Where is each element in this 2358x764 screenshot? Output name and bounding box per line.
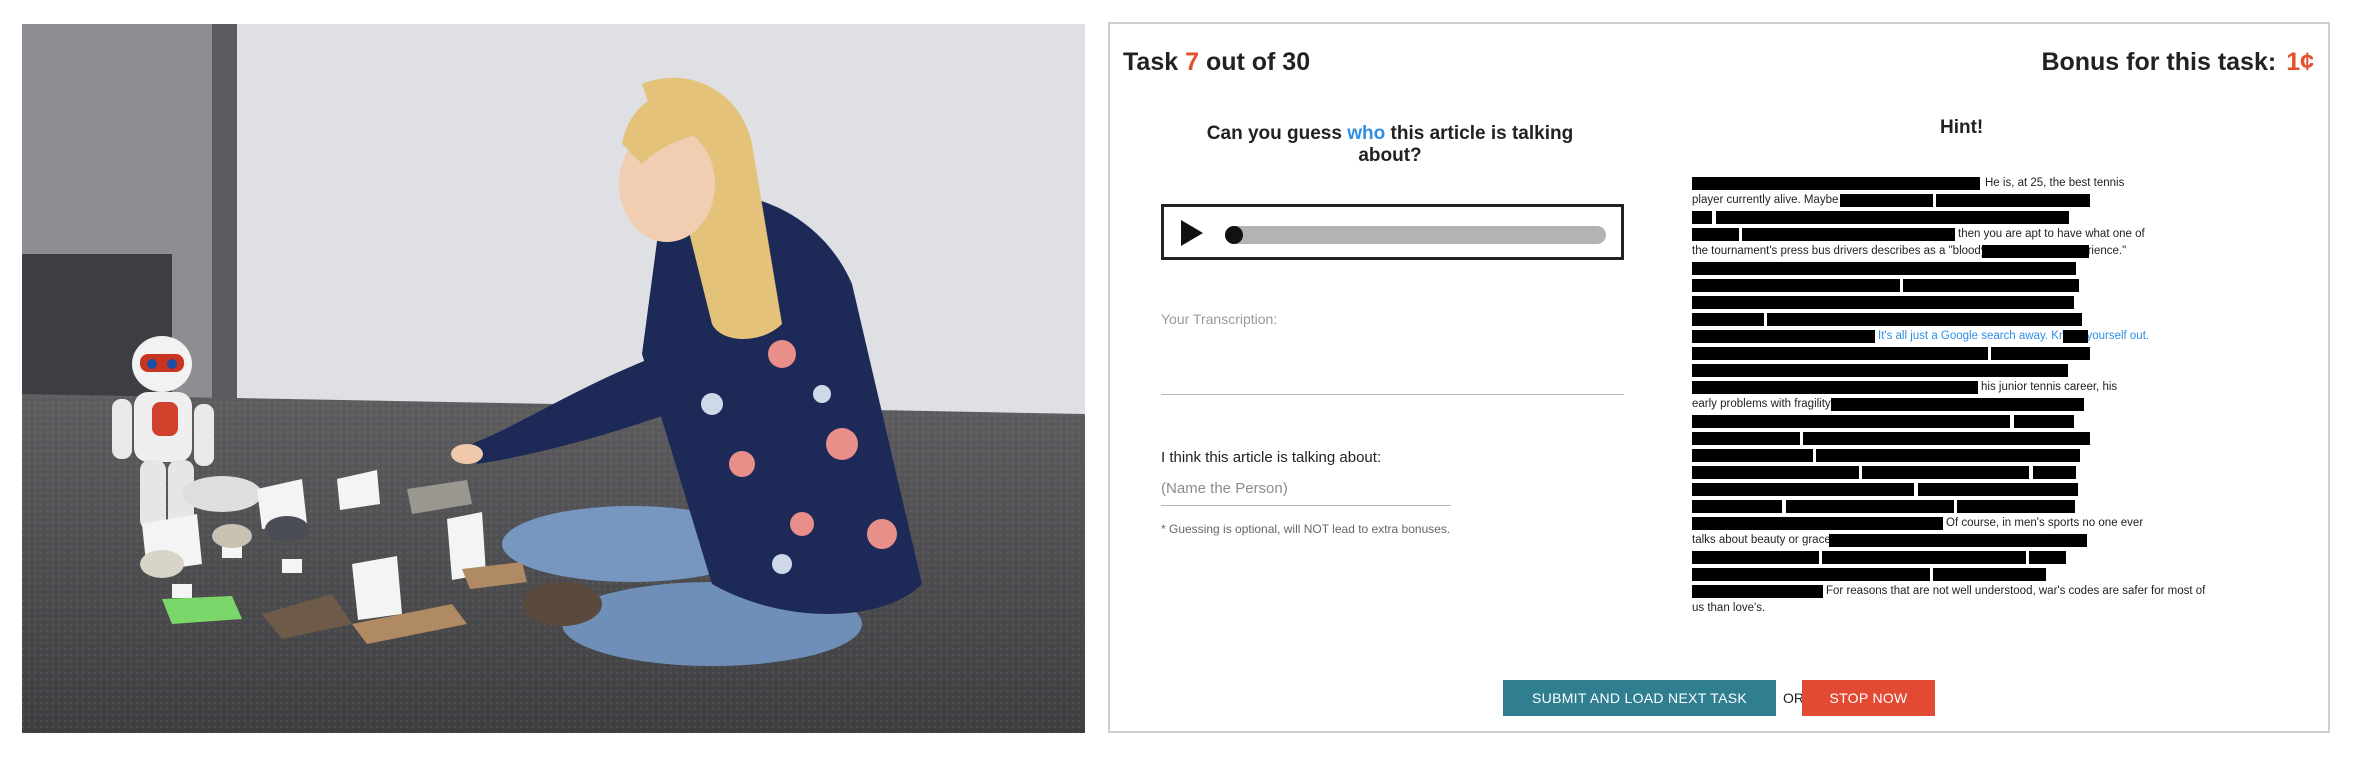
redaction-bar [1692,228,1739,241]
audio-progress-bar[interactable] [1225,226,1606,244]
redaction-bar [1692,313,1764,326]
audio-player [1161,204,1624,260]
hint-fragment: Of course, in men's sports no one ever [1946,517,2144,529]
redaction-bar [1767,313,2082,326]
redaction-bar [1692,483,1914,496]
task-counter: Task 7 out of 30 [1123,48,1310,77]
or-separator: OR [1783,690,1804,706]
submit-next-task-button[interactable]: SUBMIT AND LOAD NEXT TASK [1503,680,1776,716]
hint-fragment: then you are apt to have what one of [1958,228,2145,240]
guess-label: I think this article is talking about: [1161,449,1382,466]
hint-title: Hint! [1940,117,1984,138]
stop-now-button[interactable]: STOP NOW [1802,680,1935,716]
photo-of-woman-and-robot [22,24,1085,733]
study-photo [22,24,1085,733]
redaction-bar [1816,449,2080,462]
question-heading: Can you guess who this article is talkin… [1200,123,1580,167]
redaction-bar [1936,194,2090,207]
hint-fragment: his junior tennis career, his [1981,381,2118,393]
redaction-bar [1831,398,2084,411]
redaction-bar [1692,585,1823,598]
redaction-bar [1991,347,2090,360]
redaction-bar [1742,228,1955,241]
redaction-bar [1692,347,1988,360]
redaction-bar [1829,534,2087,547]
redaction-bar [1862,466,2029,479]
hint-google-link[interactable]: It's all just a Google search away. Knoc… [1878,329,2149,343]
task-panel: Task 7 out of 30 Bonus for this task: 1¢ … [1108,22,2330,733]
bonus-label: Bonus for this task: [2041,48,2277,76]
task-prefix: Task [1123,48,1179,76]
redaction-bar [2033,466,2076,479]
bonus-amount: 1¢ [2286,48,2314,76]
redaction-bar [1786,500,1954,513]
redaction-bar [1692,262,2076,275]
redaction-bar [1692,177,1980,190]
question-after: this article is talking about? [1358,123,1574,166]
redaction-bar [1692,381,1978,394]
redaction-bar [1918,483,2078,496]
redaction-bar [2014,415,2074,428]
redaction-bar [2063,330,2088,343]
redaction-bar [1803,432,2090,445]
audio-scrubber-handle[interactable] [1225,226,1243,244]
redaction-bar [1716,211,2069,224]
redaction-bar [2029,551,2066,564]
redaction-bar [1692,568,1930,581]
redaction-bar [1692,279,1900,292]
redaction-bar [1840,194,1933,207]
redaction-bar [1692,364,2068,377]
hint-fragment: For reasons that are not well understood… [1826,585,2206,597]
redacted-hint-article: He is, at 25, the best tennis player cur… [1692,175,2287,655]
hint-fragment: us than love's. [1692,602,1766,614]
question-before: Can you guess [1206,123,1342,144]
redaction-bar [1933,568,2046,581]
transcription-label: Your Transcription: [1161,311,1278,327]
transcription-input[interactable] [1161,329,1624,395]
redaction-bar [1957,500,2075,513]
redaction-bar [1692,517,1943,530]
play-icon[interactable] [1181,220,1203,246]
redaction-bar [1692,551,1819,564]
question-highlight: who [1347,123,1386,144]
redaction-bar [1692,466,1859,479]
person-name-input[interactable] [1161,472,1451,506]
redaction-bar [1692,449,1813,462]
redaction-bar [1692,432,1800,445]
redaction-bar [1692,415,2010,428]
guess-note: * Guessing is optional, will NOT lead to… [1161,522,1451,536]
redaction-bar [1692,296,2074,309]
task-total: out of 30 [1205,48,1311,76]
redaction-bar [1822,551,2026,564]
redaction-bar [1982,245,2089,258]
redaction-bar [1692,330,1875,343]
redaction-bar [1903,279,2079,292]
task-current-number: 7 [1185,48,1199,76]
redaction-bar [1692,500,1782,513]
bonus-display: Bonus for this task: 1¢ [2041,48,2314,77]
redaction-bar [1692,211,1712,224]
hint-fragment: He is, at 25, the best tennis [1985,177,2125,189]
